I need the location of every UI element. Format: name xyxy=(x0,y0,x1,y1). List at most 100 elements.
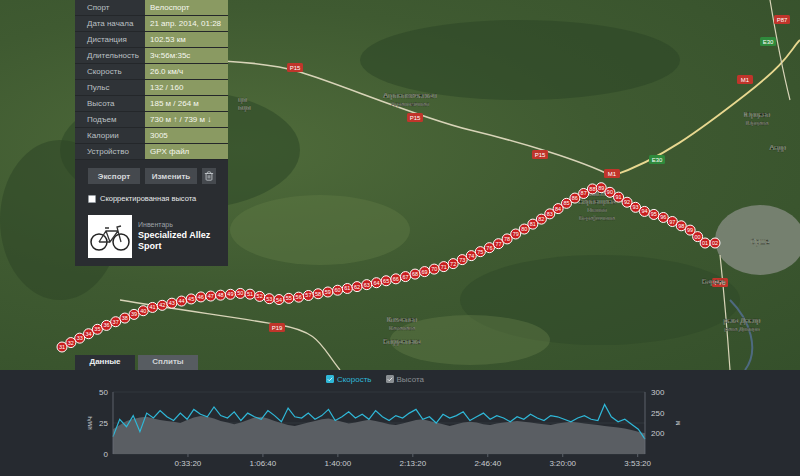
action-button[interactable]: Экспорт xyxy=(88,168,140,184)
delete-button[interactable] xyxy=(202,168,216,184)
route-marker[interactable]: 36 xyxy=(101,320,111,330)
svg-text:96: 96 xyxy=(660,214,666,220)
route-marker[interactable]: 46 xyxy=(196,292,206,302)
svg-text:32: 32 xyxy=(68,340,74,346)
route-marker[interactable]: 59 xyxy=(323,287,333,297)
svg-text:52: 52 xyxy=(257,293,263,299)
place-label: ьцы xyxy=(238,104,251,112)
route-marker[interactable]: 37 xyxy=(111,317,121,327)
right-tick: 300 xyxy=(651,388,665,397)
legend-checkbox[interactable] xyxy=(386,375,394,383)
stat-value: 3ч:56м:35с xyxy=(145,48,228,63)
place-label: Барань xyxy=(702,278,726,286)
svg-text:31: 31 xyxy=(59,344,65,350)
svg-text:81: 81 xyxy=(530,221,536,227)
route-marker[interactable]: 02 xyxy=(710,238,720,248)
svg-text:46: 46 xyxy=(198,294,204,300)
checkbox-box[interactable] xyxy=(88,195,96,203)
route-marker[interactable]: 38 xyxy=(120,313,130,323)
corrected-elevation-checkbox[interactable]: Скорректированная высота xyxy=(75,184,228,203)
route-marker[interactable]: 73 xyxy=(457,255,467,265)
stat-row: Дистанция102.53 км xyxy=(75,32,228,48)
svg-text:0:33:20: 0:33:20 xyxy=(175,459,202,468)
tab[interactable]: Сплиты xyxy=(138,355,198,370)
route-marker[interactable]: 50 xyxy=(235,288,245,298)
route-marker[interactable]: 43 xyxy=(167,298,177,308)
route-marker[interactable]: 44 xyxy=(177,296,187,306)
route-marker[interactable]: 47 xyxy=(206,291,216,301)
svg-text:93: 93 xyxy=(632,204,638,210)
route-marker[interactable]: 52 xyxy=(255,291,265,301)
tab[interactable]: Данные xyxy=(75,355,135,370)
legend-item[interactable]: Скорость xyxy=(326,375,372,384)
route-marker[interactable]: 67 xyxy=(400,272,410,282)
route-marker[interactable]: 68 xyxy=(410,269,420,279)
bike-icon xyxy=(88,215,132,258)
svg-text:85: 85 xyxy=(563,200,569,206)
route-marker[interactable]: 63 xyxy=(362,280,372,290)
route-marker[interactable]: 60 xyxy=(333,285,343,295)
svg-text:64: 64 xyxy=(373,280,379,286)
route-marker[interactable]: 57 xyxy=(303,290,313,300)
stat-row: Подъем730 м ↑ / 739 м ↓ xyxy=(75,112,228,128)
svg-text:01: 01 xyxy=(702,240,708,246)
route-marker[interactable]: 56 xyxy=(294,292,304,302)
route-marker[interactable]: 58 xyxy=(313,289,323,299)
route-marker[interactable]: 41 xyxy=(148,302,158,312)
stat-label: Скорость xyxy=(75,64,145,79)
route-marker[interactable]: 51 xyxy=(245,289,255,299)
route-marker[interactable]: 35 xyxy=(92,324,102,334)
place-label: Андр xyxy=(769,144,786,152)
svg-text:38: 38 xyxy=(122,315,128,321)
route-marker[interactable]: 96 xyxy=(658,212,668,222)
chart[interactable]: 50250км/ч300250200м0:33:201:06:401:40:00… xyxy=(0,388,800,476)
svg-text:54: 54 xyxy=(276,297,282,303)
svg-text:62: 62 xyxy=(354,284,360,290)
route-marker[interactable]: 45 xyxy=(186,294,196,304)
svg-text:63: 63 xyxy=(364,282,370,288)
route-marker[interactable]: 71 xyxy=(439,262,449,272)
route-marker[interactable]: 72 xyxy=(448,259,458,269)
route-marker[interactable]: 62 xyxy=(352,282,362,292)
route-marker[interactable]: 64 xyxy=(371,278,381,288)
map[interactable]: P15P15P15P19M1M1E30E30P76P87Агрономическ… xyxy=(0,0,800,370)
equipment[interactable]: ИнвентарьSpecialized Allez Sport xyxy=(75,203,228,258)
route-marker[interactable]: 49 xyxy=(225,289,235,299)
svg-text:61: 61 xyxy=(344,285,350,291)
check-icon xyxy=(327,376,333,383)
right-axis xyxy=(645,392,646,454)
svg-text:34: 34 xyxy=(85,331,91,337)
action-button[interactable]: Изменить xyxy=(145,168,197,184)
route-marker[interactable]: 54 xyxy=(274,295,284,305)
road-sign: P87 xyxy=(774,15,790,24)
route-marker[interactable]: 48 xyxy=(216,290,226,300)
route-marker[interactable]: 69 xyxy=(420,267,430,277)
legend-checkbox[interactable] xyxy=(326,375,334,383)
road-sign: P15 xyxy=(407,113,423,122)
route-marker[interactable]: 74 xyxy=(466,251,476,261)
route-marker[interactable]: 53 xyxy=(264,294,274,304)
route-marker[interactable]: 40 xyxy=(138,306,148,316)
legend-item[interactable]: Высота xyxy=(386,375,424,384)
elevation-area xyxy=(113,416,645,454)
route-marker[interactable]: 01 xyxy=(700,238,710,248)
route-marker[interactable]: 61 xyxy=(342,283,352,293)
svg-text:94: 94 xyxy=(641,208,647,214)
stat-row: Дата начала21 апр. 2014, 01:28 xyxy=(75,16,228,32)
svg-text:3:53:20: 3:53:20 xyxy=(624,459,651,468)
route-marker[interactable]: 76 xyxy=(484,243,494,253)
route-marker[interactable]: 55 xyxy=(284,293,294,303)
route-marker[interactable]: 95 xyxy=(649,209,659,219)
route-marker[interactable]: 65 xyxy=(381,276,391,286)
svg-text:91: 91 xyxy=(616,194,622,200)
svg-text:58: 58 xyxy=(315,291,321,297)
x-tick: 1:06:40 xyxy=(250,454,277,468)
left-tick: 0 xyxy=(104,450,109,459)
route-marker[interactable]: 70 xyxy=(429,264,439,274)
route-marker[interactable]: 42 xyxy=(157,300,167,310)
left-tick: 25 xyxy=(99,419,108,428)
route-marker[interactable]: 39 xyxy=(129,309,139,319)
route-marker[interactable]: 94 xyxy=(639,206,649,216)
route-marker[interactable]: 75 xyxy=(475,247,485,257)
route-marker[interactable]: 66 xyxy=(391,274,401,284)
